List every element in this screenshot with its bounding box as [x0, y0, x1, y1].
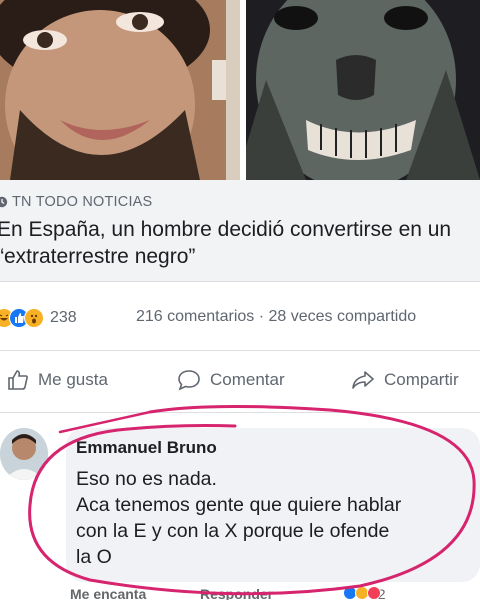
wow-reaction-icon — [24, 308, 44, 328]
thumbs-up-icon — [8, 370, 28, 390]
comment-text-line: la O — [76, 546, 112, 568]
commenter-avatar[interactable] — [0, 428, 48, 480]
action-bar: Me gusta Comentar Compartir — [0, 362, 480, 402]
comment-text: Eso no es nada. Aca tenemos gente que qui… — [76, 466, 476, 570]
comment-reactions — [343, 586, 381, 600]
comment-text-line: Aca tenemos gente que quiere hablar — [76, 494, 402, 516]
divider — [0, 412, 480, 413]
photo-man-face — [0, 0, 240, 180]
reaction-count[interactable]: 238 — [50, 309, 77, 327]
comment-bubble-icon — [178, 370, 200, 391]
comment-label: Comentar — [210, 370, 285, 389]
article-headline[interactable]: En España, un hombre decidió convertirse… — [0, 216, 477, 270]
photo-tattooed-face — [240, 0, 480, 180]
divider — [0, 350, 480, 351]
comments-shares-count[interactable]: 216 comentarios · 28 veces compartido — [136, 308, 416, 326]
comment-text-line: Eso no es nada. — [76, 468, 217, 490]
comment-actions: Me encanta Responder 72 — [70, 586, 480, 600]
share-arrow-icon — [352, 371, 374, 389]
share-button[interactable]: Compartir — [350, 368, 459, 392]
link-preview-image[interactable] — [0, 0, 480, 180]
comment-author[interactable]: Emmanuel Bruno — [76, 438, 217, 458]
globe-icon — [0, 196, 8, 208]
comment-text-line: con la E y con la X porque le ofende — [76, 520, 390, 542]
source-line: TN TODO NOTICIAS — [0, 194, 152, 210]
link-preview[interactable]: TN TODO NOTICIAS En España, un hombre de… — [0, 180, 480, 282]
share-label: Compartir — [384, 370, 459, 389]
love-reaction-icon — [367, 586, 381, 600]
source-name: TN TODO NOTICIAS — [12, 194, 153, 210]
reactions-summary[interactable]: 238 216 comentarios · 28 veces compartid… — [0, 300, 480, 336]
comment-button[interactable]: Comentar — [176, 368, 285, 392]
like-button[interactable]: Me gusta — [6, 368, 108, 392]
like-label: Me gusta — [38, 370, 108, 389]
comment-reply-link[interactable]: Responder — [200, 586, 273, 600]
comment-like-link[interactable]: Me encanta — [70, 586, 146, 600]
